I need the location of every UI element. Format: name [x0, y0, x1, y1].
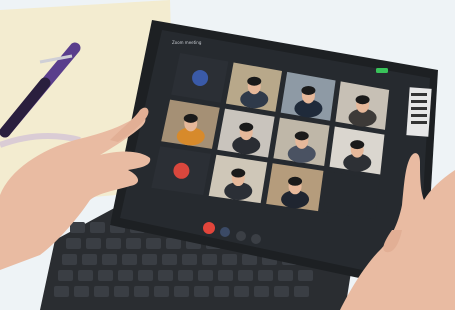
keyboard-key	[102, 254, 117, 265]
participant-tile[interactable]	[208, 154, 268, 204]
keyboard-key	[66, 238, 81, 249]
keyboard-key	[114, 286, 129, 297]
keyboard-key	[118, 270, 133, 281]
keyboard-key	[158, 270, 173, 281]
participant-tile[interactable]	[273, 117, 330, 166]
keyboard-key	[78, 270, 93, 281]
keyboard-key	[274, 286, 289, 297]
keyboard-key	[122, 254, 137, 265]
keyboard-key	[98, 270, 113, 281]
mic-button[interactable]	[220, 227, 230, 237]
participant-tile[interactable]	[335, 81, 390, 130]
keyboard-key	[214, 286, 229, 297]
photo-scene: Zoom meeting	[0, 0, 455, 310]
participant-avatar	[192, 69, 209, 86]
keyboard-key	[86, 238, 101, 249]
keyboard-key	[278, 270, 293, 281]
camera-button[interactable]	[236, 231, 246, 241]
participant-hair	[183, 113, 198, 123]
screen-header-text: Zoom meeting	[172, 40, 202, 45]
keyboard-key	[142, 254, 157, 265]
participant-hair	[294, 131, 309, 141]
keyboard-key	[58, 270, 73, 281]
participant-tile[interactable]	[161, 99, 220, 149]
participant-tile[interactable]	[171, 52, 229, 103]
participant-avatar	[173, 162, 190, 179]
keyboard-key	[138, 270, 153, 281]
keyboard-key	[294, 286, 309, 297]
more-button[interactable]	[251, 234, 261, 244]
participant-tile[interactable]	[225, 62, 283, 112]
keyboard-key	[298, 270, 313, 281]
keyboard-key	[70, 222, 85, 233]
keyboard-key	[54, 286, 69, 297]
keyboard-key	[254, 286, 269, 297]
keyboard-key	[222, 254, 237, 265]
keyboard-key	[202, 254, 217, 265]
battery-indicator	[376, 68, 388, 73]
participant-tile[interactable]	[329, 126, 385, 175]
participant-tile[interactable]	[280, 71, 336, 121]
keyboard-key	[90, 222, 105, 233]
keyboard-key	[82, 254, 97, 265]
keyboard-key	[166, 238, 181, 249]
participant-hair	[301, 85, 316, 95]
empty-tile[interactable]	[323, 171, 380, 220]
participant-hair	[239, 122, 254, 132]
keyboard-key	[234, 286, 249, 297]
end-call-button[interactable]	[203, 222, 215, 234]
keyboard-key	[258, 270, 273, 281]
keyboard-key	[198, 270, 213, 281]
keyboard-key	[194, 286, 209, 297]
keyboard-key	[74, 286, 89, 297]
participant-hair	[231, 168, 246, 178]
keyboard-key	[106, 238, 121, 249]
keyboard-key	[238, 270, 253, 281]
participant-tile[interactable]	[266, 163, 324, 212]
keyboard-key	[126, 238, 141, 249]
participant-hair	[247, 76, 262, 86]
participant-hair	[350, 140, 365, 150]
keyboard-key	[134, 286, 149, 297]
photo: Zoom meeting	[0, 0, 455, 310]
keyboard-key	[94, 286, 109, 297]
keyboard-key	[178, 270, 193, 281]
keyboard-key	[182, 254, 197, 265]
keyboard-key	[174, 286, 189, 297]
keyboard-key	[154, 286, 169, 297]
participant-hair	[288, 176, 303, 186]
participant-hair	[355, 95, 370, 105]
side-panel	[406, 87, 432, 137]
keyboard-key	[146, 238, 161, 249]
keyboard-key	[218, 270, 233, 281]
keyboard-key	[162, 254, 177, 265]
keyboard-key	[62, 254, 77, 265]
participant-tile[interactable]	[151, 146, 211, 196]
participant-tile[interactable]	[217, 108, 275, 158]
